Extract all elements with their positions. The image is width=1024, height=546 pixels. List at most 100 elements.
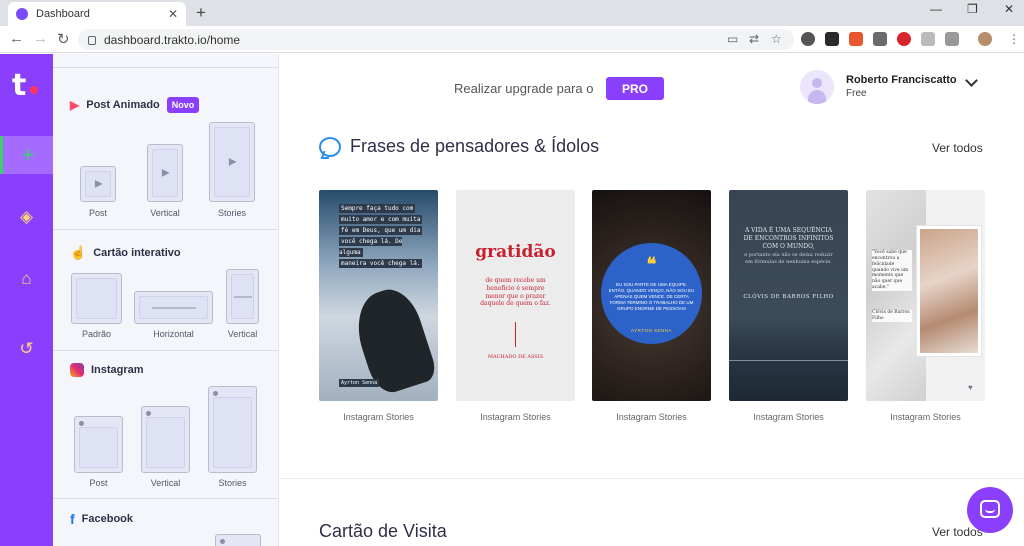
card-label: Instagram Stories bbox=[753, 412, 824, 422]
back-arrow-icon[interactable]: ← bbox=[9, 30, 24, 47]
download-extension-icon[interactable] bbox=[921, 32, 935, 46]
format-cartao-vertical[interactable] bbox=[226, 269, 259, 324]
new-tab-icon[interactable]: + bbox=[196, 3, 206, 23]
section-label: Facebook bbox=[81, 513, 134, 525]
line-icon bbox=[151, 307, 196, 308]
quote-mark-icon: ❝ bbox=[646, 254, 657, 274]
trakto-favicon-icon bbox=[16, 8, 28, 20]
url-field[interactable]: dashboard.trakto.io/home bbox=[78, 29, 794, 50]
bank-icon[interactable]: ⌂ bbox=[0, 260, 53, 298]
format-cartao-horizontal[interactable] bbox=[134, 291, 213, 324]
chevron-down-icon[interactable] bbox=[965, 74, 978, 87]
user-name[interactable]: Roberto Franciscatto bbox=[846, 74, 957, 86]
format-post-animado-vertical[interactable]: ▶ bbox=[147, 144, 183, 202]
translate-icon[interactable]: ⇄ bbox=[749, 32, 759, 46]
format-instagram-stories[interactable] bbox=[208, 386, 257, 473]
format-cartao-padrao[interactable] bbox=[71, 273, 122, 324]
format-instagram-post[interactable] bbox=[74, 416, 123, 473]
format-label: Vertical bbox=[150, 208, 180, 218]
section-label: Cartão interativo bbox=[93, 247, 181, 259]
url-text: dashboard.trakto.io/home bbox=[104, 32, 241, 47]
format-facebook-preview[interactable] bbox=[215, 534, 261, 546]
card-label: Instagram Stories bbox=[343, 412, 414, 422]
create-icon[interactable]: + bbox=[0, 136, 53, 174]
format-label: Stories bbox=[217, 208, 246, 218]
section-title-facebook: f Facebook bbox=[70, 511, 133, 527]
close-icon[interactable]: ✕ bbox=[168, 7, 178, 21]
baby-photo bbox=[916, 225, 982, 357]
divider bbox=[53, 350, 278, 351]
app-rail: t + ◈ ⌂ ↺ bbox=[0, 54, 53, 546]
format-label: Vertical bbox=[227, 329, 258, 339]
forward-arrow-icon[interactable]: → bbox=[33, 30, 48, 47]
bookmark-star-icon[interactable]: ☆ bbox=[771, 32, 782, 46]
history-icon[interactable]: ↺ bbox=[0, 330, 53, 368]
minimize-icon[interactable]: — bbox=[930, 2, 942, 16]
upgrade-text: Realizar upgrade para o bbox=[454, 81, 594, 96]
wordpress-extension-icon[interactable] bbox=[801, 32, 815, 46]
reload-icon[interactable]: ↻ bbox=[57, 30, 70, 48]
menu-dots-icon[interactable]: ⋮ bbox=[1008, 32, 1020, 46]
section-title-instagram: Instagram bbox=[70, 363, 144, 377]
maximize-icon[interactable]: ❐ bbox=[967, 2, 978, 16]
card-label: Instagram Stories bbox=[890, 412, 961, 422]
adblock-extension-icon[interactable] bbox=[897, 32, 911, 46]
tool-extension-icon[interactable] bbox=[945, 32, 959, 46]
trakto-logo[interactable]: t bbox=[12, 68, 26, 103]
user-plan: Free bbox=[846, 88, 867, 99]
layers-icon[interactable]: ◈ bbox=[0, 198, 53, 236]
format-panel: ▶ Post Animado Novo ▶ Post ▶ Vertical ▶ … bbox=[53, 54, 279, 546]
card-heading: gratidão bbox=[475, 242, 556, 262]
card-quote: Sempre faça tudo com muito amor e com mu… bbox=[339, 204, 423, 269]
play-icon: ▶ bbox=[94, 178, 103, 190]
format-post-animado-stories[interactable]: ▶ bbox=[209, 122, 255, 202]
browser-tab[interactable]: Dashboard ✕ bbox=[8, 2, 186, 26]
template-card-3[interactable]: ❝ EU SOU PARTE DE UMA EQUIPE. ENTÃO, QUA… bbox=[592, 190, 711, 401]
format-post-animado-post[interactable]: ▶ bbox=[80, 166, 116, 202]
chat-support-button[interactable] bbox=[967, 487, 1013, 533]
divider bbox=[515, 322, 516, 347]
section-title-post-animado: ▶ Post Animado Novo bbox=[70, 97, 200, 113]
seo-extension-icon[interactable] bbox=[849, 32, 863, 46]
address-bar-row: ← → ↻ dashboard.trakto.io/home ▭ ⇄ ☆ ⋮ bbox=[0, 26, 1024, 53]
card-quote-continued: e portanto ela não se deixa reduzir em f… bbox=[744, 252, 833, 265]
format-label: Horizontal bbox=[153, 329, 194, 339]
profile-avatar[interactable] bbox=[978, 32, 992, 46]
close-window-icon[interactable]: ✕ bbox=[1004, 2, 1014, 16]
section-label: Instagram bbox=[91, 364, 144, 376]
user-avatar[interactable] bbox=[800, 70, 834, 104]
card-quote: EU SOU PARTE DE UMA EQUIPE. ENTÃO, QUAND… bbox=[608, 282, 695, 312]
card-quote: de quem recebe um benefício é sempre men… bbox=[480, 277, 551, 308]
section-quotes-label: Frases de pensadores & Ídolos bbox=[350, 136, 600, 156]
upgrade-pro-button[interactable]: PRO bbox=[606, 77, 664, 100]
template-card-4[interactable]: A VIDA É UMA SEQUÊNCIA DE ENCONTROS INFI… bbox=[729, 190, 848, 401]
section-title-cartao-interativo: ☝ Cartão interativo bbox=[70, 245, 181, 261]
new-badge: Novo bbox=[166, 97, 200, 113]
format-instagram-vertical[interactable] bbox=[141, 406, 190, 473]
template-card-2[interactable]: gratidão de quem recebe um benefício é s… bbox=[456, 190, 575, 401]
see-all-quotes-link[interactable]: Ver todos bbox=[932, 141, 983, 155]
logo-dot bbox=[30, 86, 38, 94]
format-label: Vertical bbox=[150, 478, 181, 488]
divider bbox=[53, 498, 278, 499]
flag-extension-icon[interactable] bbox=[873, 32, 887, 46]
card-author: CLÓVIS DE BARROS FILHO bbox=[743, 294, 834, 300]
card-quote: "Você sabe que encontrou a felicidade qu… bbox=[872, 250, 912, 291]
card-author: Clóvis de Barros Filho bbox=[872, 310, 912, 322]
heart-icon: ♥ bbox=[968, 383, 973, 392]
format-label: Post bbox=[88, 208, 107, 218]
user-head-icon bbox=[812, 78, 822, 88]
format-label: Stories bbox=[218, 478, 247, 488]
eye-extension-icon[interactable] bbox=[825, 32, 839, 46]
horizon-line bbox=[729, 360, 848, 361]
template-card-1[interactable]: Sempre faça tudo com muito amor e com mu… bbox=[319, 190, 438, 401]
section-quotes-title: Frases de pensadores & Ídolos bbox=[319, 136, 599, 157]
template-card-5[interactable]: "Você sabe que encontrou a felicidade qu… bbox=[866, 190, 985, 401]
divider bbox=[53, 229, 278, 230]
cast-icon[interactable]: ▭ bbox=[727, 32, 738, 46]
user-body-icon bbox=[808, 90, 826, 104]
card-label: Instagram Stories bbox=[480, 412, 551, 422]
card-author: AYRTON SENNA bbox=[630, 328, 672, 333]
play-icon: ▶ bbox=[161, 167, 170, 179]
divider bbox=[279, 478, 1024, 479]
